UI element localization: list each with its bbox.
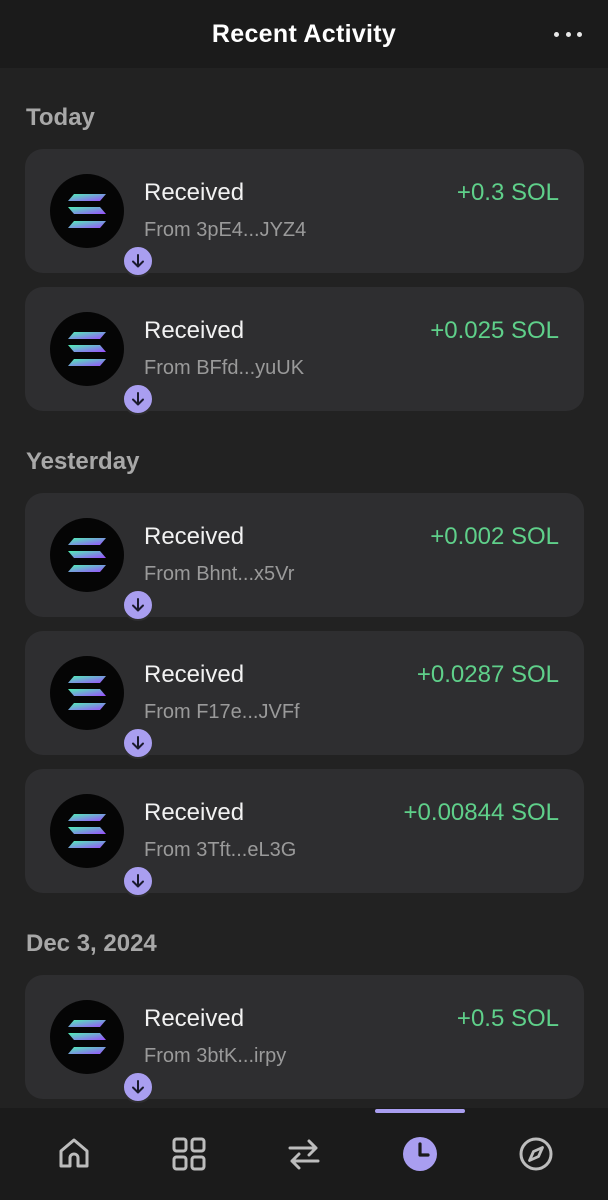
swap-icon [288, 1139, 320, 1170]
activity-item[interactable]: Received From BFfd...yuUK +0.025 SOL [25, 287, 584, 415]
transaction-sender: From BFfd...yuUK [144, 357, 305, 379]
transaction-amount: +0.5 SOL [456, 1005, 559, 1032]
receive-arrow-icon [122, 589, 154, 621]
solana-token-icon [50, 518, 154, 621]
transaction-type: Received [144, 179, 245, 206]
tab-collectibles[interactable] [139, 1108, 239, 1200]
activity-item[interactable]: Received From F17e...JVFf +0.0287 SOL [25, 631, 584, 759]
activity-item[interactable]: Received From 3btK...irpy +0.5 SOL [25, 975, 584, 1103]
transaction-amount: +0.00844 SOL [403, 799, 559, 826]
receive-arrow-icon [122, 865, 154, 897]
solana-token-icon [50, 656, 154, 759]
more-dot [554, 31, 559, 37]
solana-token-icon [50, 794, 154, 897]
transaction-sender: From F17e...JVFf [144, 701, 300, 723]
receive-arrow-icon [122, 727, 154, 759]
solana-token-icon [50, 1000, 154, 1103]
solana-token-icon [50, 312, 154, 415]
solana-token-icon [50, 174, 154, 277]
activity-item[interactable]: Received From 3Tft...eL3G +0.00844 SOL [25, 769, 584, 897]
transaction-type: Received [144, 799, 245, 826]
grid-icon [172, 1137, 206, 1171]
receive-arrow-icon [122, 245, 154, 277]
home-icon [59, 1138, 89, 1168]
transaction-sender: From 3btK...irpy [144, 1045, 287, 1067]
more-dot [565, 31, 571, 37]
compass-icon [519, 1137, 553, 1171]
tab-explore[interactable] [486, 1108, 586, 1200]
transaction-amount: +0.0287 SOL [416, 661, 559, 688]
transaction-sender: From 3pE4...JYZ4 [144, 219, 307, 241]
tab-activity[interactable] [370, 1108, 470, 1200]
more-options-icon[interactable] [554, 24, 582, 44]
transaction-type: Received [144, 523, 245, 550]
transaction-amount: +0.025 SOL [430, 317, 559, 344]
activity-item[interactable]: Received From Bhnt...x5Vr +0.002 SOL [25, 493, 584, 621]
transaction-sender: From 3Tft...eL3G [144, 839, 297, 861]
clock-icon [403, 1137, 437, 1171]
receive-arrow-icon [122, 383, 154, 415]
more-dot [577, 31, 582, 37]
top-bar: Recent Activity [0, 0, 608, 68]
transaction-amount: +0.002 SOL [430, 523, 559, 550]
active-tab-indicator [375, 1109, 465, 1113]
transaction-type: Received [144, 317, 245, 344]
transaction-type: Received [144, 1005, 245, 1032]
transaction-sender: From Bhnt...x5Vr [144, 563, 295, 585]
activity-list[interactable]: Today Received From 3pE4...JYZ4 +0.3 SOL [0, 68, 608, 1108]
section-title-date: Dec 3, 2024 [26, 930, 157, 957]
tab-home[interactable] [24, 1108, 124, 1200]
bottom-tab-bar [0, 1108, 608, 1200]
section-title-yesterday: Yesterday [26, 448, 140, 475]
section-title-today: Today [26, 104, 95, 131]
transaction-type: Received [144, 661, 245, 688]
activity-item[interactable]: Received From 3pE4...JYZ4 +0.3 SOL [25, 149, 584, 277]
receive-arrow-icon [122, 1071, 154, 1103]
transaction-amount: +0.3 SOL [456, 179, 559, 206]
page-title: Recent Activity [211, 19, 397, 48]
tab-swap[interactable] [254, 1108, 354, 1200]
